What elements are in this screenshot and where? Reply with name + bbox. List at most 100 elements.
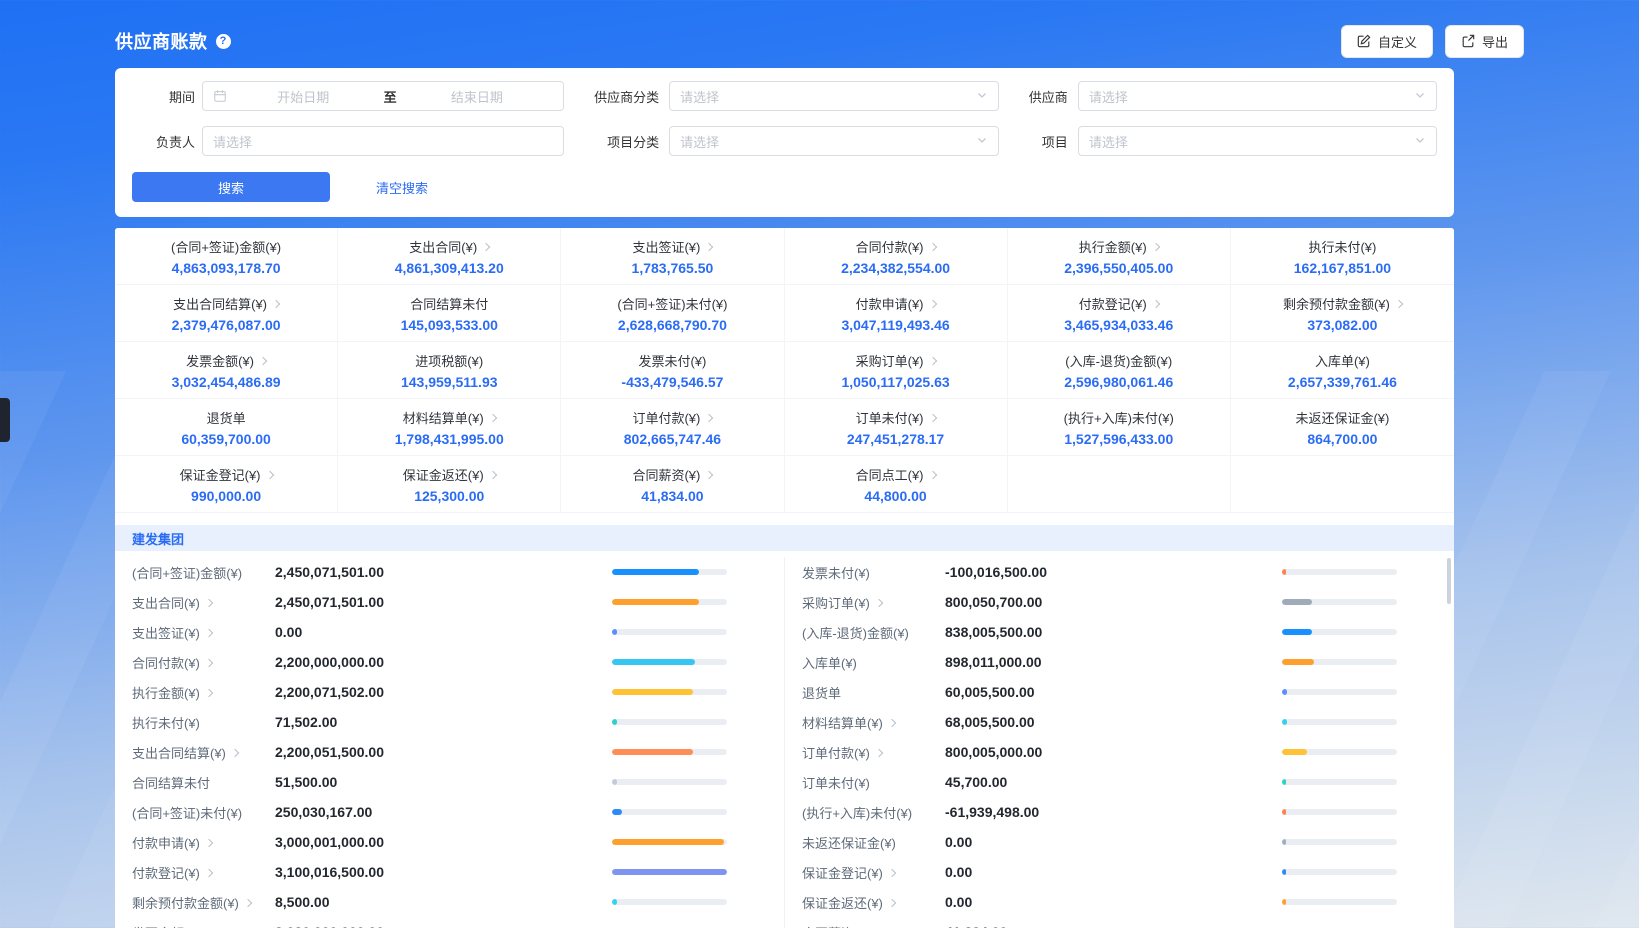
summary-cell[interactable]: 保证金返还(¥)125,300.00: [338, 456, 561, 513]
summary-cell[interactable]: 采购订单(¥)1,050,117,025.63: [785, 342, 1008, 399]
start-date-placeholder[interactable]: 开始日期: [227, 87, 380, 106]
chevron-right-icon: [231, 748, 239, 756]
help-icon[interactable]: ?: [216, 34, 231, 49]
summary-cell: 执行未付(¥)162,167,851.00: [1231, 228, 1454, 285]
summary-cell[interactable]: 支出签证(¥)1,783,765.50: [561, 228, 784, 285]
progress-track: [1282, 719, 1397, 725]
customize-button[interactable]: 自定义: [1341, 25, 1433, 58]
summary-cell[interactable]: 付款申请(¥)3,047,119,493.46: [785, 285, 1008, 342]
drawer-handle[interactable]: [0, 398, 10, 442]
project-select[interactable]: 请选择: [1078, 126, 1437, 156]
summary-label: 合同结算未付: [410, 294, 488, 313]
metric-label[interactable]: 发票金额(¥): [132, 923, 275, 928]
summary-cell[interactable]: 订单未付(¥)247,451,278.17: [785, 399, 1008, 456]
metric-label[interactable]: 付款登记(¥): [132, 863, 275, 882]
chevron-right-icon: [875, 748, 883, 756]
metric-label[interactable]: 订单付款(¥): [802, 743, 945, 762]
summary-label: 材料结算单(¥): [403, 408, 484, 427]
summary-cell-empty: [1008, 456, 1231, 513]
export-button[interactable]: 导出: [1445, 25, 1524, 58]
summary-cell[interactable]: 支出合同结算(¥)2,379,476,087.00: [115, 285, 338, 342]
summary-cell[interactable]: 执行金额(¥)2,396,550,405.00: [1008, 228, 1231, 285]
customize-label: 自定义: [1378, 32, 1417, 51]
summary-label: (合同+签证)金额(¥): [171, 237, 281, 256]
end-date-placeholder[interactable]: 结束日期: [401, 87, 554, 106]
supplier-select[interactable]: 请选择: [1078, 81, 1437, 111]
metric-label[interactable]: 合同付款(¥): [132, 653, 275, 672]
summary-label: 支出签证(¥): [632, 237, 700, 256]
metric-label[interactable]: 保证金返还(¥): [802, 893, 945, 912]
summary-cell[interactable]: 订单付款(¥)802,665,747.46: [561, 399, 784, 456]
chevron-right-icon: [1151, 242, 1159, 250]
metric-value: 0.00: [945, 834, 1282, 850]
chevron-right-icon: [265, 470, 273, 478]
summary-cell: 未返还保证金(¥)864,700.00: [1231, 399, 1454, 456]
group-header[interactable]: 建发集团: [115, 525, 1454, 551]
date-range-input[interactable]: 开始日期 至 结束日期: [202, 81, 564, 111]
metric-label[interactable]: 支出合同(¥): [132, 593, 275, 612]
chevron-right-icon: [705, 470, 713, 478]
summary-label-row: 未返还保证金(¥): [1295, 408, 1389, 427]
metric-label-text: (合同+签证)金额(¥): [132, 563, 242, 582]
metric-value: 800,005,000.00: [945, 744, 1282, 760]
supplier-category-placeholder: 请选择: [680, 87, 719, 106]
summary-cell[interactable]: 材料结算单(¥)1,798,431,995.00: [338, 399, 561, 456]
summary-label-row: 剩余预付款金额(¥): [1283, 294, 1402, 313]
metric-label[interactable]: 付款申请(¥): [132, 833, 275, 852]
summary-label-row: 材料结算单(¥): [403, 408, 496, 427]
scrollbar-thumb[interactable]: [1447, 558, 1451, 604]
summary-cell: 合同结算未付145,093,533.00: [338, 285, 561, 342]
summary-cell[interactable]: 合同付款(¥)2,234,382,554.00: [785, 228, 1008, 285]
summary-cell-empty: [1231, 456, 1454, 513]
metric-label[interactable]: 支出签证(¥): [132, 623, 275, 642]
metric-label[interactable]: 支出合同结算(¥): [132, 743, 275, 762]
summary-cell[interactable]: 付款登记(¥)3,465,934,033.46: [1008, 285, 1231, 342]
chevron-right-icon: [205, 868, 213, 876]
summary-cell[interactable]: 剩余预付款金额(¥)373,082.00: [1231, 285, 1454, 342]
metric-row: 发票未付(¥)-100,016,500.00: [785, 557, 1454, 587]
summary-label: 执行金额(¥): [1079, 237, 1147, 256]
metric-label[interactable]: 材料结算单(¥): [802, 713, 945, 732]
page-header: 供应商账款 ? 自定义 导出: [115, 24, 1524, 58]
metric-label-text: 剩余预付款金额(¥): [132, 893, 239, 912]
clear-search-link[interactable]: 清空搜索: [376, 178, 428, 197]
progress-track: [1282, 899, 1397, 905]
progress-bar: [612, 839, 724, 845]
metric-label[interactable]: 剩余预付款金额(¥): [132, 893, 275, 912]
metric-label-text: 退货单: [802, 683, 841, 702]
summary-label-row: 付款申请(¥): [856, 294, 936, 313]
metric-row: 合同薪资(¥)41,834.00: [785, 917, 1454, 928]
metric-label-text: 发票金额(¥): [132, 923, 200, 928]
metric-label[interactable]: 执行金额(¥): [132, 683, 275, 702]
supplier-category-select[interactable]: 请选择: [669, 81, 999, 111]
metric-label-text: (合同+签证)未付(¥): [132, 803, 242, 822]
progress-track: [1282, 659, 1397, 665]
metric-value: 3,030,000,000.00: [275, 924, 612, 928]
metric-label-text: 入库单(¥): [802, 653, 857, 672]
metric-label[interactable]: 合同薪资(¥): [802, 923, 945, 928]
summary-label-row: 执行未付(¥): [1308, 237, 1376, 256]
progress-track: [1282, 779, 1397, 785]
accounts-card: (合同+签证)金额(¥)4,863,093,178.70支出合同(¥)4,861…: [115, 228, 1454, 928]
owner-select[interactable]: 请选择: [202, 126, 564, 156]
summary-grid: (合同+签证)金额(¥)4,863,093,178.70支出合同(¥)4,861…: [115, 228, 1454, 513]
project-category-select[interactable]: 请选择: [669, 126, 999, 156]
summary-cell[interactable]: 合同薪资(¥)41,834.00: [561, 456, 784, 513]
metric-row: 保证金登记(¥)0.00: [785, 857, 1454, 887]
summary-cell[interactable]: 发票金额(¥)3,032,454,486.89: [115, 342, 338, 399]
summary-label: 发票金额(¥): [186, 351, 254, 370]
summary-cell[interactable]: 保证金登记(¥)990,000.00: [115, 456, 338, 513]
progress-bar: [1282, 749, 1307, 755]
summary-cell[interactable]: 合同点工(¥)44,800.00: [785, 456, 1008, 513]
chevron-right-icon: [888, 718, 896, 726]
progress-bar: [612, 659, 695, 665]
metric-label[interactable]: 采购订单(¥): [802, 593, 945, 612]
summary-label: 支出合同(¥): [409, 237, 477, 256]
chevron-right-icon: [888, 898, 896, 906]
filter-panel: 期间 开始日期 至 结束日期 供应商分类 请选择 供应商 请选择 负责人 请选择…: [115, 68, 1454, 217]
metric-label[interactable]: 保证金登记(¥): [802, 863, 945, 882]
metric-label-text: 订单未付(¥): [802, 773, 870, 792]
progress-bar: [1282, 719, 1287, 725]
summary-cell[interactable]: 支出合同(¥)4,861,309,413.20: [338, 228, 561, 285]
search-button[interactable]: 搜索: [132, 172, 330, 202]
